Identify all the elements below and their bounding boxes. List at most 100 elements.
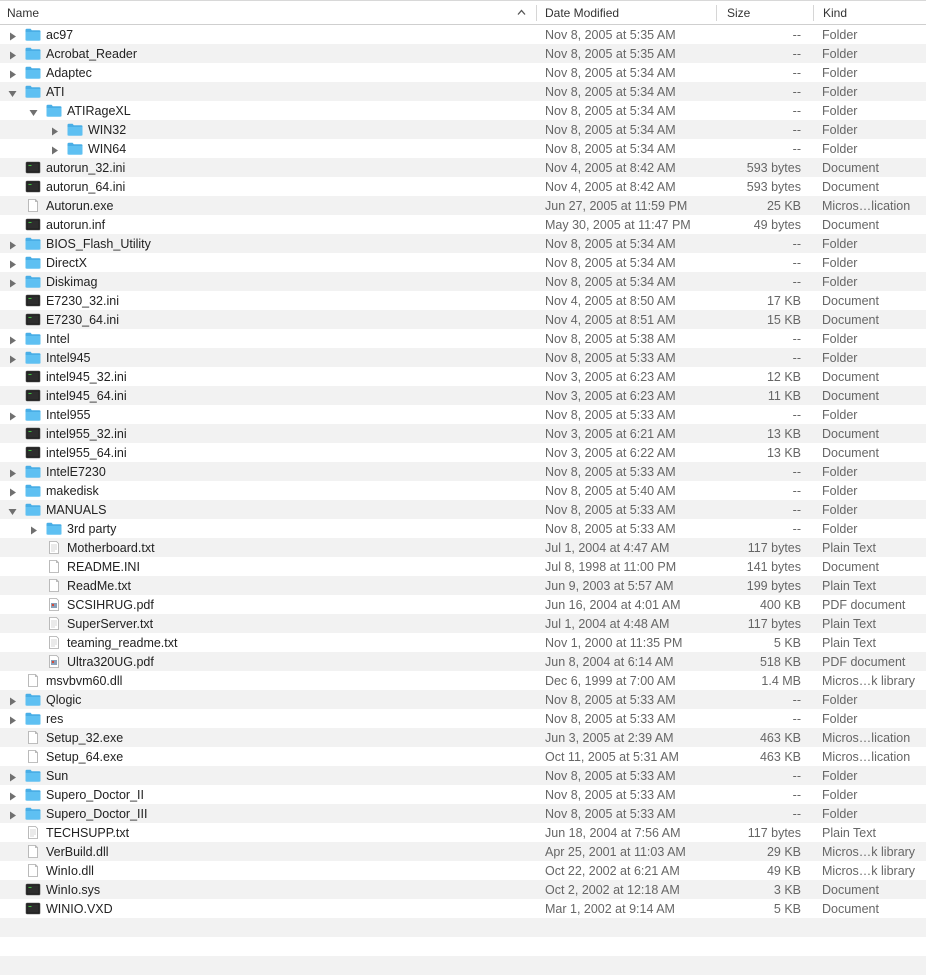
table-row[interactable]: ATIRageXL Nov 8, 2005 at 5:34 AM -- Folder: [0, 101, 926, 120]
table-row[interactable]: TECHSUPP.txt Jun 18, 2004 at 7:56 AM 117 b…: [0, 823, 926, 842]
column-divider[interactable]: [536, 5, 537, 21]
disclosure-collapsed-icon[interactable]: [8, 714, 17, 725]
file-name[interactable]: intel945_32.ini: [46, 367, 127, 387]
sort-ascending-icon[interactable]: [517, 8, 526, 17]
table-row[interactable]: ATI Nov 8, 2005 at 5:34 AM -- Folder: [0, 82, 926, 101]
file-name[interactable]: Setup_64.exe: [46, 747, 123, 767]
table-row[interactable]: Acrobat_Reader Nov 8, 2005 at 5:35 AM -- Fo…: [0, 44, 926, 63]
table-row[interactable]: E7230_32.ini Nov 4, 2005 at 8:50 AM 17 KB D…: [0, 291, 926, 310]
table-row[interactable]: teaming_readme.txt Nov 1, 2000 at 11:35 P…: [0, 633, 926, 652]
file-name[interactable]: autorun_64.ini: [46, 177, 125, 197]
file-name[interactable]: Supero_Doctor_II: [46, 785, 144, 805]
table-row[interactable]: Adaptec Nov 8, 2005 at 5:34 AM -- Folder: [0, 63, 926, 82]
disclosure-collapsed-icon[interactable]: [8, 695, 17, 706]
file-name[interactable]: Motherboard.txt: [67, 538, 155, 558]
file-name[interactable]: autorun.inf: [46, 215, 105, 235]
disclosure-collapsed-icon[interactable]: [8, 809, 17, 820]
table-row[interactable]: Setup_32.exe Jun 3, 2005 at 2:39 AM 463 KB…: [0, 728, 926, 747]
file-name[interactable]: 3rd party: [67, 519, 116, 539]
table-row[interactable]: README.INI Jul 8, 1998 at 11:00 PM 141 byt…: [0, 557, 926, 576]
table-row[interactable]: autorun.inf May 30, 2005 at 11:47 PM 49 by…: [0, 215, 926, 234]
table-row[interactable]: res Nov 8, 2005 at 5:33 AM -- Folder: [0, 709, 926, 728]
table-row[interactable]: WIN32 Nov 8, 2005 at 5:34 AM -- Folder: [0, 120, 926, 139]
table-row[interactable]: Qlogic Nov 8, 2005 at 5:33 AM -- Folder: [0, 690, 926, 709]
table-row[interactable]: Intel945 Nov 8, 2005 at 5:33 AM -- Folder: [0, 348, 926, 367]
disclosure-expanded-icon[interactable]: [8, 87, 17, 97]
file-name[interactable]: WINIO.VXD: [46, 899, 113, 919]
file-name[interactable]: SCSIHRUG.pdf: [67, 595, 154, 615]
table-row[interactable]: intel955_32.ini Nov 3, 2005 at 6:21 AM 13 …: [0, 424, 926, 443]
disclosure-collapsed-icon[interactable]: [50, 125, 59, 136]
table-row[interactable]: WIN64 Nov 8, 2005 at 5:34 AM -- Folder: [0, 139, 926, 158]
table-row[interactable]: VerBuild.dll Apr 25, 2001 at 11:03 AM 29 K…: [0, 842, 926, 861]
table-row[interactable]: Intel Nov 8, 2005 at 5:38 AM -- Folder: [0, 329, 926, 348]
disclosure-collapsed-icon[interactable]: [8, 68, 17, 79]
disclosure-collapsed-icon[interactable]: [8, 467, 17, 478]
column-header-kind[interactable]: Kind: [816, 1, 926, 25]
column-header-date-modified[interactable]: Date Modified: [538, 1, 716, 25]
file-name[interactable]: Acrobat_Reader: [46, 44, 137, 64]
file-name[interactable]: WIN32: [88, 120, 126, 140]
table-row[interactable]: ReadMe.txt Jun 9, 2003 at 5:57 AM 199 byte…: [0, 576, 926, 595]
file-name[interactable]: intel955_32.ini: [46, 424, 127, 444]
disclosure-expanded-icon[interactable]: [8, 505, 17, 515]
table-row[interactable]: intel945_32.ini Nov 3, 2005 at 6:23 AM 12 …: [0, 367, 926, 386]
file-name[interactable]: WinIo.dll: [46, 861, 94, 881]
file-name[interactable]: E7230_32.ini: [46, 291, 119, 311]
table-row[interactable]: E7230_64.ini Nov 4, 2005 at 8:51 AM 15 KB D…: [0, 310, 926, 329]
table-row[interactable]: 3rd party Nov 8, 2005 at 5:33 AM -- Folder: [0, 519, 926, 538]
table-row[interactable]: msvbvm60.dll Dec 6, 1999 at 7:00 AM 1.4 MB…: [0, 671, 926, 690]
file-name[interactable]: BIOS_Flash_Utility: [46, 234, 151, 254]
disclosure-collapsed-icon[interactable]: [8, 353, 17, 364]
file-name[interactable]: makedisk: [46, 481, 99, 501]
disclosure-collapsed-icon[interactable]: [50, 144, 59, 155]
file-name[interactable]: SuperServer.txt: [67, 614, 153, 634]
column-divider[interactable]: [716, 5, 717, 21]
table-row[interactable]: SCSIHRUG.pdf Jun 16, 2004 at 4:01 AM 400 K…: [0, 595, 926, 614]
disclosure-collapsed-icon[interactable]: [8, 277, 17, 288]
table-row[interactable]: intel945_64.ini Nov 3, 2005 at 6:23 AM 11 …: [0, 386, 926, 405]
disclosure-expanded-icon[interactable]: [29, 106, 38, 116]
disclosure-collapsed-icon[interactable]: [29, 524, 38, 535]
file-name[interactable]: ReadMe.txt: [67, 576, 131, 596]
table-row[interactable]: Setup_64.exe Oct 11, 2005 at 5:31 AM 463 K…: [0, 747, 926, 766]
file-name[interactable]: WIN64: [88, 139, 126, 159]
disclosure-collapsed-icon[interactable]: [8, 790, 17, 801]
disclosure-collapsed-icon[interactable]: [8, 771, 17, 782]
file-name[interactable]: autorun_32.ini: [46, 158, 125, 178]
file-name[interactable]: VerBuild.dll: [46, 842, 109, 862]
file-name[interactable]: Supero_Doctor_III: [46, 804, 147, 824]
column-header-size[interactable]: Size: [720, 1, 813, 25]
disclosure-collapsed-icon[interactable]: [8, 410, 17, 421]
table-row[interactable]: ac97 Nov 8, 2005 at 5:35 AM -- Folder: [0, 25, 926, 44]
file-name[interactable]: TECHSUPP.txt: [46, 823, 129, 843]
file-name[interactable]: Autorun.exe: [46, 196, 113, 216]
file-name[interactable]: WinIo.sys: [46, 880, 100, 900]
file-name[interactable]: MANUALS: [46, 500, 106, 520]
file-name[interactable]: E7230_64.ini: [46, 310, 119, 330]
table-row[interactable]: autorun_32.ini Nov 4, 2005 at 8:42 AM 593 …: [0, 158, 926, 177]
file-name[interactable]: ATI: [46, 82, 65, 102]
file-name[interactable]: msvbvm60.dll: [46, 671, 122, 691]
table-row[interactable]: Supero_Doctor_II Nov 8, 2005 at 5:33 AM --…: [0, 785, 926, 804]
table-row[interactable]: intel955_64.ini Nov 3, 2005 at 6:22 AM 13 …: [0, 443, 926, 462]
file-name[interactable]: Ultra320UG.pdf: [67, 652, 154, 672]
table-row[interactable]: autorun_64.ini Nov 4, 2005 at 8:42 AM 593 …: [0, 177, 926, 196]
table-row[interactable]: Autorun.exe Jun 27, 2005 at 11:59 PM 25 KB…: [0, 196, 926, 215]
file-name[interactable]: Setup_32.exe: [46, 728, 123, 748]
file-name[interactable]: intel945_64.ini: [46, 386, 127, 406]
table-row[interactable]: makedisk Nov 8, 2005 at 5:40 AM -- Folder: [0, 481, 926, 500]
table-row[interactable]: Diskimag Nov 8, 2005 at 5:34 AM -- Folder: [0, 272, 926, 291]
table-row[interactable]: WINIO.VXD Mar 1, 2002 at 9:14 AM 5 KB Docum…: [0, 899, 926, 918]
file-name[interactable]: Qlogic: [46, 690, 81, 710]
file-name[interactable]: Intel: [46, 329, 70, 349]
disclosure-collapsed-icon[interactable]: [8, 258, 17, 269]
file-name[interactable]: Diskimag: [46, 272, 97, 292]
table-row[interactable]: DirectX Nov 8, 2005 at 5:34 AM -- Folder: [0, 253, 926, 272]
file-name[interactable]: teaming_readme.txt: [67, 633, 177, 653]
disclosure-collapsed-icon[interactable]: [8, 334, 17, 345]
file-name[interactable]: Adaptec: [46, 63, 92, 83]
column-header-name[interactable]: Name: [0, 1, 536, 25]
file-name[interactable]: IntelE7230: [46, 462, 106, 482]
file-name[interactable]: Intel945: [46, 348, 90, 368]
